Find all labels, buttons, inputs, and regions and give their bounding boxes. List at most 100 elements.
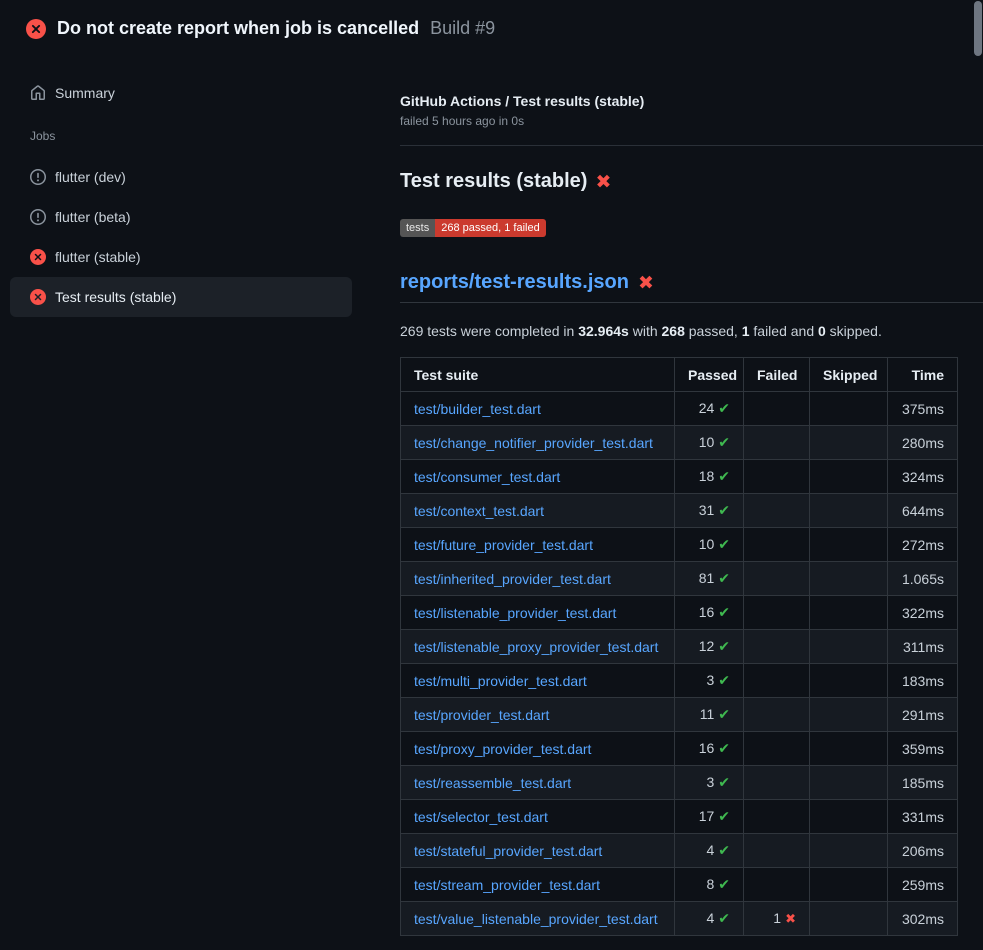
skipped-cell [810, 800, 888, 834]
passed-cell: 31✔ [675, 494, 744, 528]
column-header-skipped: Skipped [810, 358, 888, 392]
sidebar-item-label: flutter (beta) [55, 209, 130, 225]
table-row: test/listenable_proxy_provider_test.dart… [401, 630, 958, 664]
scrollbar-thumb[interactable] [974, 1, 982, 56]
time-cell: 324ms [888, 460, 958, 494]
suite-link[interactable]: test/builder_test.dart [414, 401, 541, 417]
time-cell: 375ms [888, 392, 958, 426]
summary-mid2: passed, [685, 323, 742, 339]
skipped-cell [810, 868, 888, 902]
failed-cell [744, 664, 810, 698]
sidebar-item-flutter-dev[interactable]: flutter (dev) [10, 157, 352, 197]
sidebar-item-flutter-beta[interactable]: flutter (beta) [10, 197, 352, 237]
check-icon: ✔ [718, 672, 730, 688]
failed-cell [744, 562, 810, 596]
skipped-cell [810, 902, 888, 936]
passed-cell: 11✔ [675, 698, 744, 732]
summary-duration: 32.964s [578, 323, 629, 339]
summary-prefix: 269 tests were completed in [400, 323, 578, 339]
suite-link[interactable]: test/stream_provider_test.dart [414, 877, 600, 893]
badge-label: tests [400, 219, 435, 237]
failed-x-icon: ✖ [638, 274, 654, 293]
suite-link[interactable]: test/context_test.dart [414, 503, 544, 519]
passed-cell: 18✔ [675, 460, 744, 494]
passed-count: 4 [706, 842, 714, 858]
passed-cell: 17✔ [675, 800, 744, 834]
skipped-cell [810, 562, 888, 596]
table-row: test/multi_provider_test.dart 3✔ 183ms [401, 664, 958, 698]
failed-cell [744, 766, 810, 800]
failed-cell [744, 392, 810, 426]
passed-count: 81 [699, 570, 715, 586]
time-cell: 311ms [888, 630, 958, 664]
passed-count: 16 [699, 604, 715, 620]
suite-link[interactable]: test/inherited_provider_test.dart [414, 571, 611, 587]
skipped-cell [810, 630, 888, 664]
time-cell: 302ms [888, 902, 958, 936]
build-number: Build #9 [430, 18, 495, 39]
suite-link[interactable]: test/multi_provider_test.dart [414, 673, 587, 689]
failed-count: 1 [773, 910, 781, 926]
time-cell: 322ms [888, 596, 958, 630]
table-row: test/proxy_provider_test.dart 16✔ 359ms [401, 732, 958, 766]
suite-link[interactable]: test/listenable_proxy_provider_test.dart [414, 639, 658, 655]
suite-link[interactable]: test/reassemble_test.dart [414, 775, 571, 791]
summary-mid3: failed and [750, 323, 819, 339]
table-row: test/future_provider_test.dart 10✔ 272ms [401, 528, 958, 562]
suite-link[interactable]: test/change_notifier_provider_test.dart [414, 435, 653, 451]
check-icon: ✔ [718, 638, 730, 654]
suite-link[interactable]: test/listenable_provider_test.dart [414, 605, 616, 621]
time-cell: 259ms [888, 868, 958, 902]
sidebar-item-label: Test results (stable) [55, 289, 176, 305]
check-icon: ✔ [718, 808, 730, 824]
time-cell: 272ms [888, 528, 958, 562]
table-row: test/context_test.dart 31✔ 644ms [401, 494, 958, 528]
failed-cell [744, 834, 810, 868]
skipped-cell [810, 698, 888, 732]
check-icon: ✔ [718, 876, 730, 892]
column-header-test-suite: Test suite [401, 358, 675, 392]
suite-link[interactable]: test/future_provider_test.dart [414, 537, 593, 553]
sidebar-item-label: flutter (dev) [55, 169, 126, 185]
check-icon: ✔ [718, 706, 730, 722]
check-icon: ✔ [718, 536, 730, 552]
suite-link[interactable]: test/proxy_provider_test.dart [414, 741, 591, 757]
time-cell: 1.065s [888, 562, 958, 596]
tests-badge: tests268 passed, 1 failed [400, 219, 546, 237]
check-icon: ✔ [718, 400, 730, 416]
run-title: Do not create report when job is cancell… [57, 18, 419, 39]
passed-count: 11 [700, 706, 715, 722]
sidebar-item-test-results-stable[interactable]: Test results (stable) [10, 277, 352, 317]
summary-skipped-count: 0 [818, 323, 826, 339]
x-circle-icon [30, 249, 46, 265]
check-icon: ✔ [718, 570, 730, 586]
suite-link[interactable]: test/value_listenable_provider_test.dart [414, 911, 658, 927]
passed-cell: 3✔ [675, 664, 744, 698]
sidebar-item-summary[interactable]: Summary [10, 73, 352, 113]
time-cell: 291ms [888, 698, 958, 732]
report-link[interactable]: reports/test-results.json [400, 271, 629, 294]
suite-link[interactable]: test/consumer_test.dart [414, 469, 560, 485]
failed-cell [744, 596, 810, 630]
failed-cell [744, 800, 810, 834]
skipped-cell [810, 664, 888, 698]
skipped-cell [810, 392, 888, 426]
suite-link[interactable]: test/stateful_provider_test.dart [414, 843, 602, 859]
table-row: test/selector_test.dart 17✔ 331ms [401, 800, 958, 834]
section-title-text: Test results (stable) [400, 170, 587, 193]
skipped-cell [810, 834, 888, 868]
suite-link[interactable]: test/selector_test.dart [414, 809, 548, 825]
x-circle-icon [30, 289, 46, 305]
suite-link[interactable]: test/provider_test.dart [414, 707, 549, 723]
sidebar-item-flutter-stable[interactable]: flutter (stable) [10, 237, 352, 277]
passed-count: 3 [706, 774, 714, 790]
check-icon: ✔ [718, 842, 730, 858]
table-row: test/provider_test.dart 11✔ 291ms [401, 698, 958, 732]
passed-count: 18 [699, 468, 715, 484]
content: Summary Jobs flutter (dev) flutter (beta… [0, 57, 983, 936]
check-icon: ✔ [718, 740, 730, 756]
table-header-row: Test suite Passed Failed Skipped Time [401, 358, 958, 392]
passed-cell: 4✔ [675, 902, 744, 936]
time-cell: 185ms [888, 766, 958, 800]
summary-suffix: skipped. [826, 323, 882, 339]
